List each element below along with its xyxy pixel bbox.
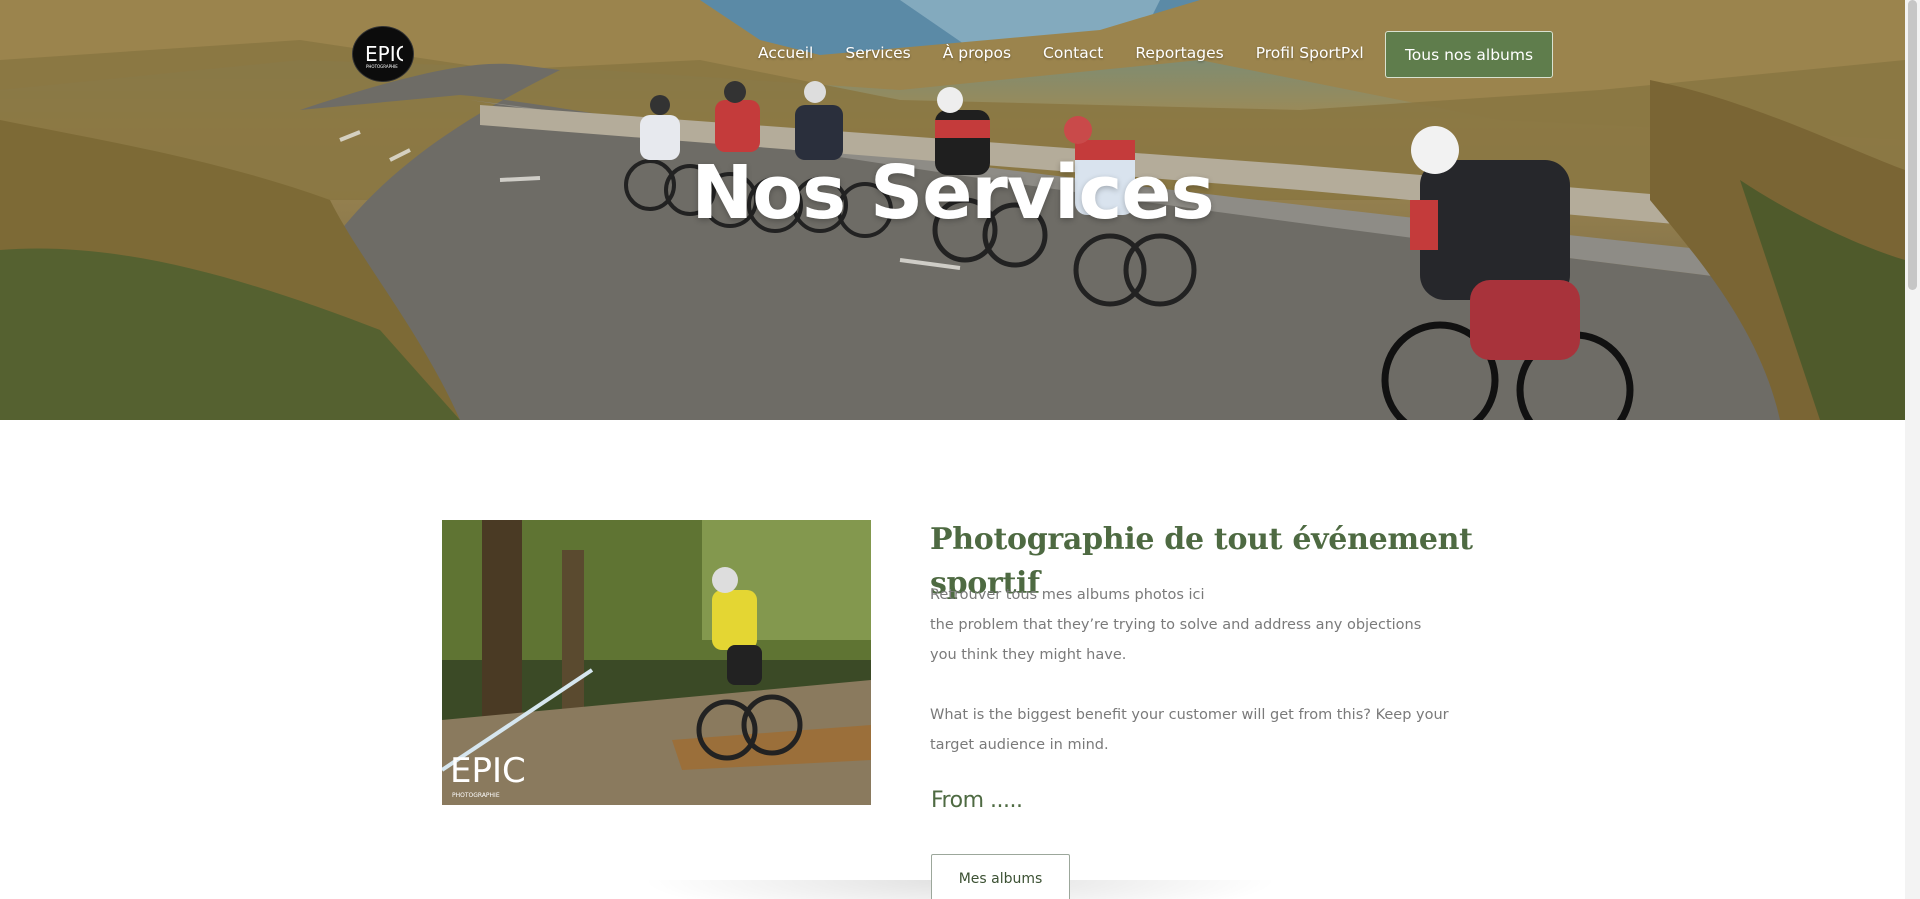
brand-logo[interactable]: EPIC PHOTOGRAPHIE [352, 26, 414, 82]
epic-logo-icon: EPIC PHOTOGRAPHIE [365, 42, 403, 69]
nav-item-reportages[interactable]: Reportages [1135, 42, 1223, 64]
main-nav: Accueil Services À propos Contact Report… [758, 42, 1364, 64]
nav-item-accueil[interactable]: Accueil [758, 42, 813, 64]
hero-banner: EPIC PHOTOGRAPHIE Accueil Services À pro… [0, 0, 1905, 420]
svg-text:EPIC: EPIC [365, 42, 403, 66]
all-albums-button[interactable]: Tous nos albums [1385, 31, 1553, 78]
nav-item-services[interactable]: Services [845, 42, 910, 64]
mountain-biker-image: EPIC PHOTOGRAPHIE [442, 520, 871, 805]
nav-item-profil-sportpxl[interactable]: Profil SportPxl [1256, 42, 1364, 64]
nav-item-a-propos[interactable]: À propos [943, 42, 1011, 64]
svg-text:PHOTOGRAPHIE: PHOTOGRAPHIE [366, 64, 398, 69]
svg-text:EPIC: EPIC [450, 751, 526, 791]
service-description-line: Retrouver tous mes albums photos ici [930, 587, 1205, 603]
service-description-line: the problem that they’re trying to solve… [930, 617, 1422, 633]
service-description-line: you think they might have. [930, 647, 1127, 663]
svg-text:PHOTOGRAPHIE: PHOTOGRAPHIE [452, 792, 500, 799]
my-albums-button[interactable]: Mes albums [931, 854, 1070, 899]
service-description-line: target audience in mind. [930, 737, 1109, 753]
nav-item-contact[interactable]: Contact [1043, 42, 1103, 64]
service-description-line: What is the biggest benefit your custome… [930, 707, 1449, 723]
scrollbar-thumb[interactable] [1908, 0, 1917, 290]
page-title: Nos Services [691, 150, 1214, 236]
service-price: From ..... [931, 788, 1023, 813]
service-description: Retrouver tous mes albums photos ici the… [930, 580, 1470, 760]
service-photo: EPIC PHOTOGRAPHIE [442, 520, 871, 805]
